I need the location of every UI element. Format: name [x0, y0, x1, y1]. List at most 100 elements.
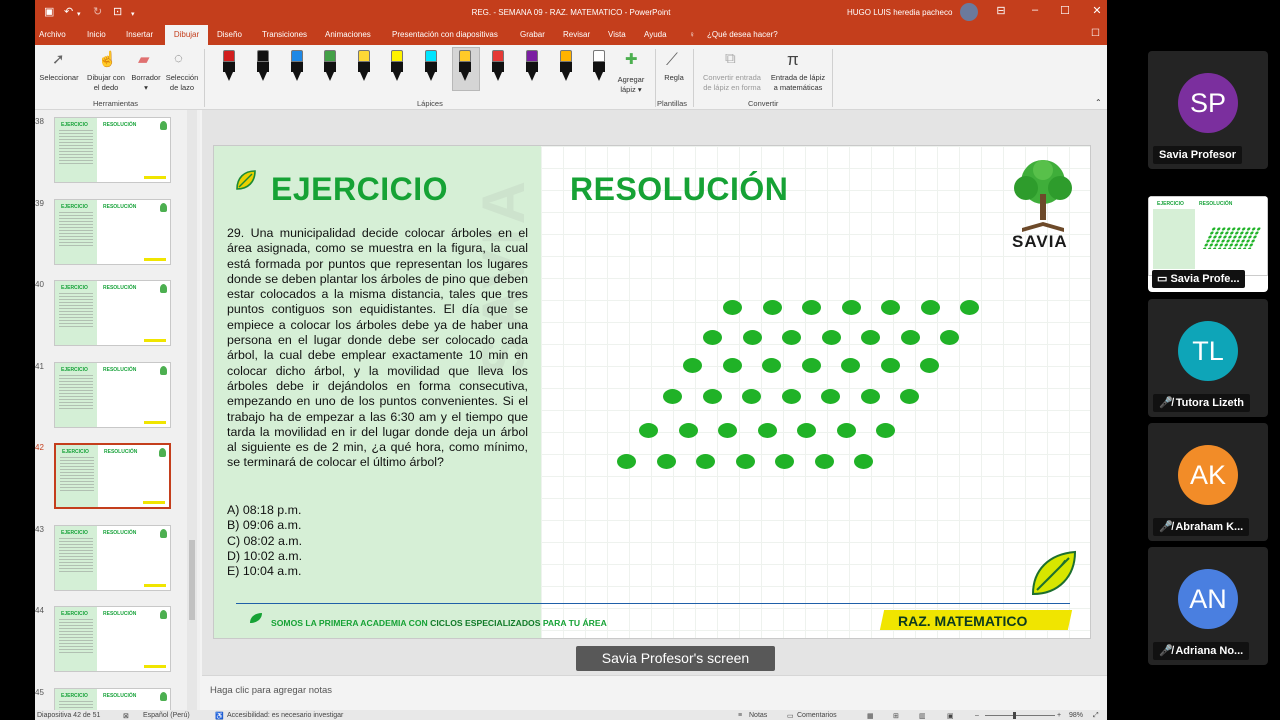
ribbon-separator [832, 49, 833, 107]
thumbnail-badge [143, 501, 165, 504]
pen-1[interactable] [223, 50, 235, 82]
fit-slide-icon[interactable]: ⤢ [1093, 712, 1099, 720]
comments-icon[interactable]: ☐ [1091, 28, 1100, 39]
user-avatar[interactable] [960, 3, 978, 21]
pen-10[interactable] [526, 50, 538, 82]
notes-pane[interactable]: Haga clic para agregar notas [202, 675, 1107, 710]
slide-thumbnail[interactable]: EJERCICIO RESOLUCIÓN [54, 443, 171, 509]
minimize-icon[interactable]: – [1026, 4, 1044, 16]
accessibility-status[interactable]: Accesibilidad: es necesario investigar [227, 712, 343, 719]
zoom-out-icon[interactable]: – [975, 712, 979, 719]
preview-exercise-label: EJERCICIO [1157, 201, 1184, 207]
slide-thumbnail[interactable]: EJERCICIO RESOLUCIÓN [54, 117, 171, 183]
slide-sorter-icon[interactable]: ⊞ [893, 712, 899, 720]
preview-dot-figure [1201, 227, 1263, 249]
draw-with-finger-button[interactable]: Dibujar con el dedo [79, 73, 133, 93]
pen-5[interactable] [358, 50, 370, 82]
zoom-in-icon[interactable]: + [1057, 712, 1061, 719]
slide-thumbnail[interactable]: EJERCICIO RESOLUCIÓN [54, 199, 171, 265]
tree-dot [940, 330, 959, 345]
language-status[interactable]: Español (Perú) [143, 712, 190, 719]
slide-thumbnail[interactable]: EJERCICIO RESOLUCIÓN [54, 280, 171, 346]
participant-tile[interactable]: SP Savia Profesor [1148, 51, 1268, 169]
zoom-level[interactable]: 98% [1069, 712, 1083, 719]
notes-placeholder: Haga clic para agregar notas [210, 685, 332, 696]
participant-name-text: Abraham K... [1175, 521, 1244, 533]
tab-vista[interactable]: Vista [608, 30, 626, 39]
participant-tile-sharing[interactable]: EJERCICIO RESOLUCIÓN ▭ Savia Profe... [1148, 196, 1268, 292]
eraser-button[interactable]: Borrador ▾ [127, 73, 165, 93]
slide-number: 43 [35, 525, 44, 534]
slide-thumbnail-panel: 38 EJERCICIO RESOLUCIÓN 39 EJERCICIO RESOLUCI… [35, 110, 200, 720]
thumbnail-left-label: EJERCICIO [61, 530, 88, 536]
participant-tile[interactable]: TL 🎤̸ Tutora Lizeth [1148, 299, 1268, 417]
maximize-icon[interactable]: ☐ [1056, 4, 1074, 17]
lasso-select-button[interactable]: Selección de lazo [162, 73, 202, 93]
thumbnail-logo-icon [160, 203, 167, 212]
close-icon[interactable]: ✕ [1088, 4, 1106, 17]
footer-slogan-pre: SOMOS LA PRIMERA ACADEMIA CON [271, 618, 431, 628]
pen-12[interactable] [593, 50, 605, 82]
comments-button[interactable]: Comentarios [797, 712, 837, 719]
pen-3[interactable] [291, 50, 303, 82]
tree-dot [782, 330, 801, 345]
spellcheck-icon[interactable]: ⊠ [123, 712, 129, 720]
scrollbar-thumb[interactable] [189, 540, 195, 620]
tab-ayuda[interactable]: Ayuda [644, 30, 667, 39]
pen-6[interactable] [391, 50, 403, 82]
slide-thumbnail[interactable]: EJERCICIO RESOLUCIÓN [54, 606, 171, 672]
pen-7[interactable] [425, 50, 437, 82]
tab-revisar[interactable]: Revisar [563, 30, 590, 39]
select-button[interactable]: Seleccionar [37, 73, 81, 83]
tab-diseno[interactable]: Diseño [217, 30, 242, 39]
participant-name-text: Savia Profe... [1170, 273, 1240, 285]
participant-name: Savia Profesor [1153, 146, 1243, 164]
tab-transiciones[interactable]: Transiciones [262, 30, 307, 39]
tab-animaciones[interactable]: Animaciones [325, 30, 371, 39]
slideshow-icon[interactable]: ▣ [947, 712, 954, 720]
reading-view-icon[interactable]: ▥ [919, 712, 926, 720]
participant-name: 🎤̸ Tutora Lizeth [1153, 394, 1250, 412]
cursor-icon: ➚ [52, 51, 65, 68]
zoom-slider-knob[interactable] [1013, 712, 1016, 719]
user-name[interactable]: HUGO LUIS heredia pacheco [847, 8, 952, 17]
ribbon-display-icon[interactable]: ⊟ [992, 4, 1010, 17]
tab-inicio[interactable]: Inicio [87, 30, 106, 39]
participant-tile[interactable]: AK 🎤̸ Abraham K... [1148, 423, 1268, 541]
participant-tile[interactable]: AN 🎤̸ Adriana No... [1148, 547, 1268, 665]
ink-to-math-button[interactable]: Entrada de lápiz a matemáticas [766, 73, 830, 93]
notes-button[interactable]: Notas [749, 712, 767, 719]
pen-9[interactable] [492, 50, 504, 82]
tab-insertar[interactable]: Insertar [126, 30, 153, 39]
current-slide[interactable]: SAVIA EJERCICIO RESOLUCIÓN 29. Una munic… [213, 145, 1091, 639]
footer-slogan: SOMOS LA PRIMERA ACADEMIA CON CICLOS ESP… [271, 618, 607, 628]
ruler-button[interactable]: Regla [657, 73, 691, 83]
meeting-participants-panel: SP Savia Profesor EJERCICIO RESOLUCIÓN ▭… [1107, 0, 1280, 720]
participant-name-text: Adriana No... [1175, 645, 1244, 657]
status-bar: Diapositiva 42 de 51 ⊠ Español (Perú) ♿ … [35, 710, 1107, 720]
slide-thumbnail[interactable]: EJERCICIO RESOLUCIÓN [54, 525, 171, 591]
tab-presentacion[interactable]: Presentación con diapositivas [392, 30, 498, 39]
tab-dibujar[interactable]: Dibujar [165, 25, 208, 45]
pen-8[interactable] [459, 50, 471, 82]
zoom-slider[interactable] [985, 715, 1055, 716]
thumbnail-right-label: RESOLUCIÓN [103, 530, 137, 536]
ink-to-shape-button[interactable]: Convertir entrada de lápiz en forma [697, 73, 767, 93]
tree-dot [702, 389, 722, 404]
ruler-icon: ⟋ [666, 50, 678, 69]
pen-2[interactable] [257, 50, 269, 82]
normal-view-icon[interactable]: ▦ [867, 712, 874, 720]
thumbnail-left-label: EJERCICIO [62, 449, 89, 455]
thumbnail-scrollbar[interactable] [187, 110, 197, 710]
tell-me-search[interactable]: ¿Qué desea hacer? [707, 30, 778, 39]
footer-leaf-icon [250, 613, 262, 623]
slide-thumbnail[interactable]: EJERCICIO RESOLUCIÓN [54, 362, 171, 428]
collapse-ribbon-icon[interactable]: ⌃ [1095, 98, 1102, 107]
tab-grabar[interactable]: Grabar [520, 30, 545, 39]
add-pen-button[interactable]: Agregar lápiz ▾ [612, 75, 650, 95]
pen-4[interactable] [324, 50, 336, 82]
tree-dot [683, 358, 702, 373]
thumbnail-badge [144, 176, 166, 179]
tab-archivo[interactable]: Archivo [39, 30, 66, 39]
pen-11[interactable] [560, 50, 572, 82]
